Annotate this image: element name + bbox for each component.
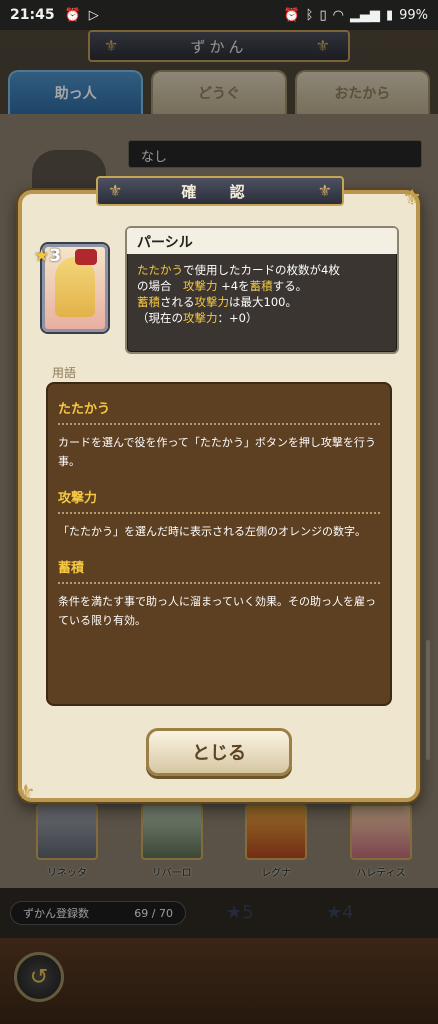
helper-portrait — [55, 257, 95, 317]
close-button[interactable]: とじる — [146, 728, 292, 776]
play-icon: ▷ — [88, 7, 99, 23]
ornament-icon: ⚜ — [16, 781, 36, 806]
helper-effect: たたかうで使用したカードの枚数が4枚 の場合 攻撃力 +4を蓄積する。 蓄積され… — [137, 263, 340, 325]
helper-name: パーシル — [127, 228, 397, 254]
ornament-icon: ⚜ — [402, 186, 422, 211]
battery-icon: ▮ — [385, 7, 394, 23]
glossary-item: 攻撃力 「たたかう」を選んだ時に表示される左側のオレンジの数字。 — [58, 487, 380, 541]
alarm-icon: ⏰ — [283, 7, 300, 23]
alarm-icon: ⏰ — [64, 7, 81, 23]
ornament-icon: ⚜ — [317, 181, 332, 200]
helper-info: パーシル たたかうで使用したカードの枚数が4枚 の場合 攻撃力 +4を蓄積する。… — [125, 226, 399, 354]
glossary-item: 蓄積 条件を満たす事で助っ人に溜まっていく効果。その助っ人を雇っている限り有効。 — [58, 557, 380, 630]
battery-level: 99% — [399, 7, 428, 23]
signal-icon: ▂▄▆ — [349, 7, 380, 23]
bow-icon — [75, 249, 97, 265]
glossary-desc: カードを選んで役を作って「たたかう」ボタンを押し攻撃を行う事。 — [58, 436, 376, 468]
glossary-item: たたかう カードを選んで役を作って「たたかう」ボタンを押し攻撃を行う事。 — [58, 398, 380, 471]
dialog-title: 確 認 — [181, 182, 259, 201]
glossary-box[interactable]: たたかう カードを選んで役を作って「たたかう」ボタンを押し攻撃を行う事。 攻撃力… — [46, 382, 392, 706]
scrollbar[interactable] — [426, 640, 430, 760]
rank-badge: ★3 — [34, 246, 61, 266]
glossary-term: 蓄積 — [58, 557, 380, 584]
glossary-label: 用語 — [52, 366, 77, 380]
rank-value: 3 — [49, 246, 62, 266]
star-icon: ★ — [34, 246, 50, 266]
wifi-icon: ◠ — [332, 7, 344, 23]
glossary-term: 攻撃力 — [58, 487, 380, 514]
glossary-desc: 「たたかう」を選んだ時に表示される左側のオレンジの数字。 — [58, 525, 366, 538]
dialog-title-banner: ⚜ 確 認 ⚜ — [96, 176, 344, 206]
status-time: 21:45 — [10, 7, 55, 23]
glossary-term: たたかう — [58, 398, 380, 425]
ornament-icon: ⚜ — [108, 181, 123, 200]
glossary-desc: 条件を満たす事で助っ人に溜まっていく効果。その助っ人を雇っている限り有効。 — [58, 595, 377, 627]
status-bar: 21:45 ⏰ ▷ ⏰ ᛒ ▯ ◠ ▂▄▆ ▮ 99% — [0, 0, 438, 30]
vibrate-icon: ▯ — [319, 7, 327, 23]
status-right: ⏰ ᛒ ▯ ◠ ▂▄▆ ▮ 99% — [283, 8, 428, 23]
bluetooth-icon: ᛒ — [305, 7, 314, 23]
